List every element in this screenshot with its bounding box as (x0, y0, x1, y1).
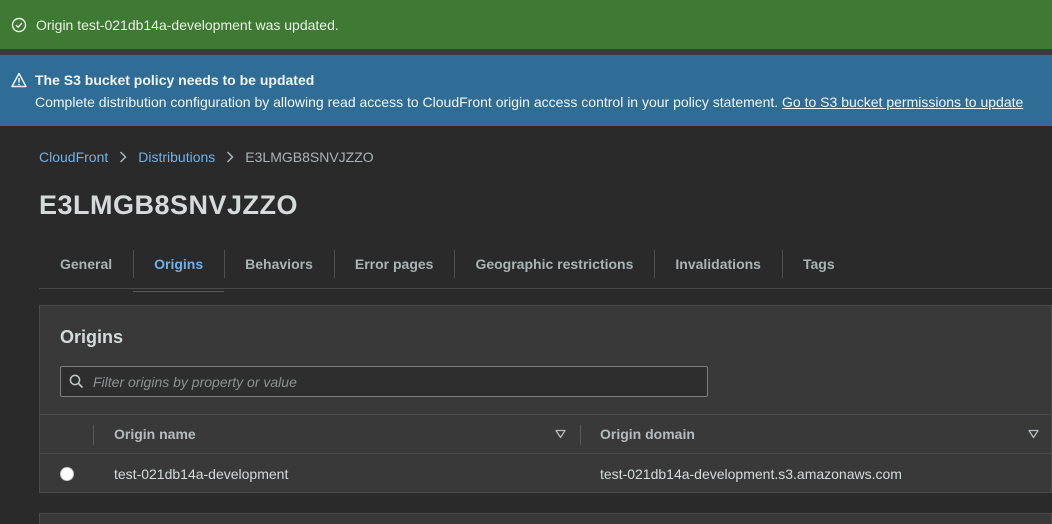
info-title: The S3 bucket policy needs to be updated (35, 72, 315, 88)
tab-bar: General Origins Behaviors Error pages Ge… (39, 240, 1052, 292)
column-divider (93, 425, 94, 445)
breadcrumb: CloudFront Distributions E3LMGB8SNVJZZO (39, 149, 374, 165)
sort-down-icon[interactable] (1028, 429, 1039, 439)
column-header-origin-domain[interactable]: Origin domain (600, 426, 695, 442)
page-title: E3LMGB8SNVJZZO (39, 190, 299, 220)
origins-panel-title: Origins (60, 327, 124, 347)
info-body: Complete distribution configuration by a… (35, 94, 1023, 110)
column-divider (580, 425, 581, 445)
success-flash-banner: Origin test-021db14a-development was upd… (0, 0, 1052, 49)
tab-origins[interactable]: Origins (133, 246, 225, 292)
origin-domain-cell: test-021db14a-development.s3.amazonaws.c… (600, 466, 902, 482)
tab-tags[interactable]: Tags (781, 246, 856, 282)
sort-down-icon[interactable] (555, 429, 566, 439)
column-header-origin-name[interactable]: Origin name (114, 426, 196, 442)
success-message: Origin test-021db14a-development was upd… (36, 16, 339, 33)
s3-permissions-link[interactable]: Go to S3 bucket permissions to update (782, 94, 1023, 110)
check-circle-icon (11, 17, 27, 33)
table-row[interactable]: test-021db14a-development test-021db14a-… (40, 454, 1051, 493)
info-body-text: Complete distribution configuration by a… (35, 94, 779, 110)
table-header: Origin name Origin domain (40, 414, 1051, 454)
breadcrumb-distributions[interactable]: Distributions (138, 149, 215, 165)
breadcrumb-cloudfront[interactable]: CloudFront (39, 149, 108, 165)
filter-origins-input[interactable] (93, 373, 653, 390)
warning-icon (11, 72, 27, 88)
search-icon (69, 374, 84, 389)
origins-panel: Origins Origin name Origin domain test-0… (39, 305, 1052, 493)
info-flash-banner: The S3 bucket policy needs to be updated… (0, 55, 1052, 126)
filter-box (60, 366, 708, 397)
breadcrumb-current: E3LMGB8SNVJZZO (245, 149, 374, 165)
next-panel (39, 513, 1052, 524)
tab-general[interactable]: General (39, 246, 133, 282)
chevron-right-icon (226, 151, 234, 163)
tab-geographic-restrictions[interactable]: Geographic restrictions (454, 246, 654, 282)
row-select-radio[interactable] (60, 467, 74, 481)
chevron-right-icon (119, 151, 127, 163)
origin-name-cell: test-021db14a-development (114, 466, 289, 482)
tab-error-pages[interactable]: Error pages (333, 246, 455, 282)
tab-invalidations[interactable]: Invalidations (654, 246, 782, 282)
tab-behaviors[interactable]: Behaviors (224, 246, 334, 282)
